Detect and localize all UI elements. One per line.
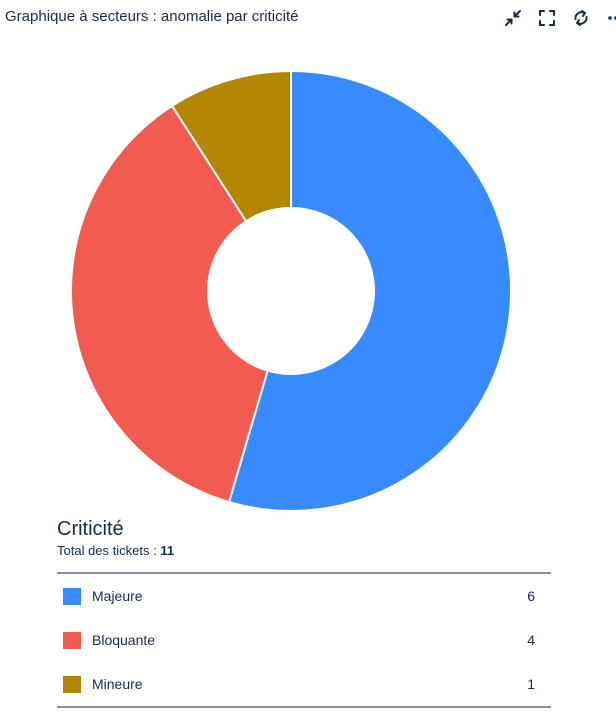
legend-swatch [63, 675, 81, 693]
refresh-icon [574, 10, 588, 26]
legend-swatch [63, 631, 81, 649]
legend-row-majeure[interactable]: Majeure 6 [57, 574, 551, 618]
total-tickets: Total des tickets : 11 [57, 543, 174, 558]
minimize-button[interactable] [496, 6, 530, 30]
donut-chart [70, 69, 512, 512]
fullscreen-icon [539, 10, 555, 26]
legend-value: 4 [527, 632, 535, 648]
gadget-toolbar [496, 6, 616, 30]
minimize-icon [505, 10, 521, 26]
legend-swatch [63, 587, 81, 605]
total-label: Total des tickets : [57, 543, 157, 558]
legend-title: Criticité [57, 518, 124, 540]
legend-value: 1 [527, 676, 535, 692]
gadget-title: Graphique à secteurs : anomalie par crit… [5, 8, 299, 25]
legend-label: Majeure [92, 588, 143, 604]
gadget-header: Graphique à secteurs : anomalie par crit… [0, 0, 616, 36]
legend-value: 6 [527, 588, 535, 604]
legend-label: Bloquante [92, 632, 156, 648]
refresh-button[interactable] [564, 6, 598, 30]
more-icon [608, 16, 616, 20]
legend-row-mineure[interactable]: Mineure 1 [57, 662, 551, 706]
legend-table: Majeure 6 Bloquante 4 Mineure 1 [57, 572, 551, 708]
total-value: 11 [160, 543, 175, 558]
fullscreen-button[interactable] [530, 6, 564, 30]
more-button[interactable] [598, 6, 616, 30]
legend-label: Mineure [92, 676, 143, 692]
legend-row-bloquante[interactable]: Bloquante 4 [57, 618, 551, 662]
